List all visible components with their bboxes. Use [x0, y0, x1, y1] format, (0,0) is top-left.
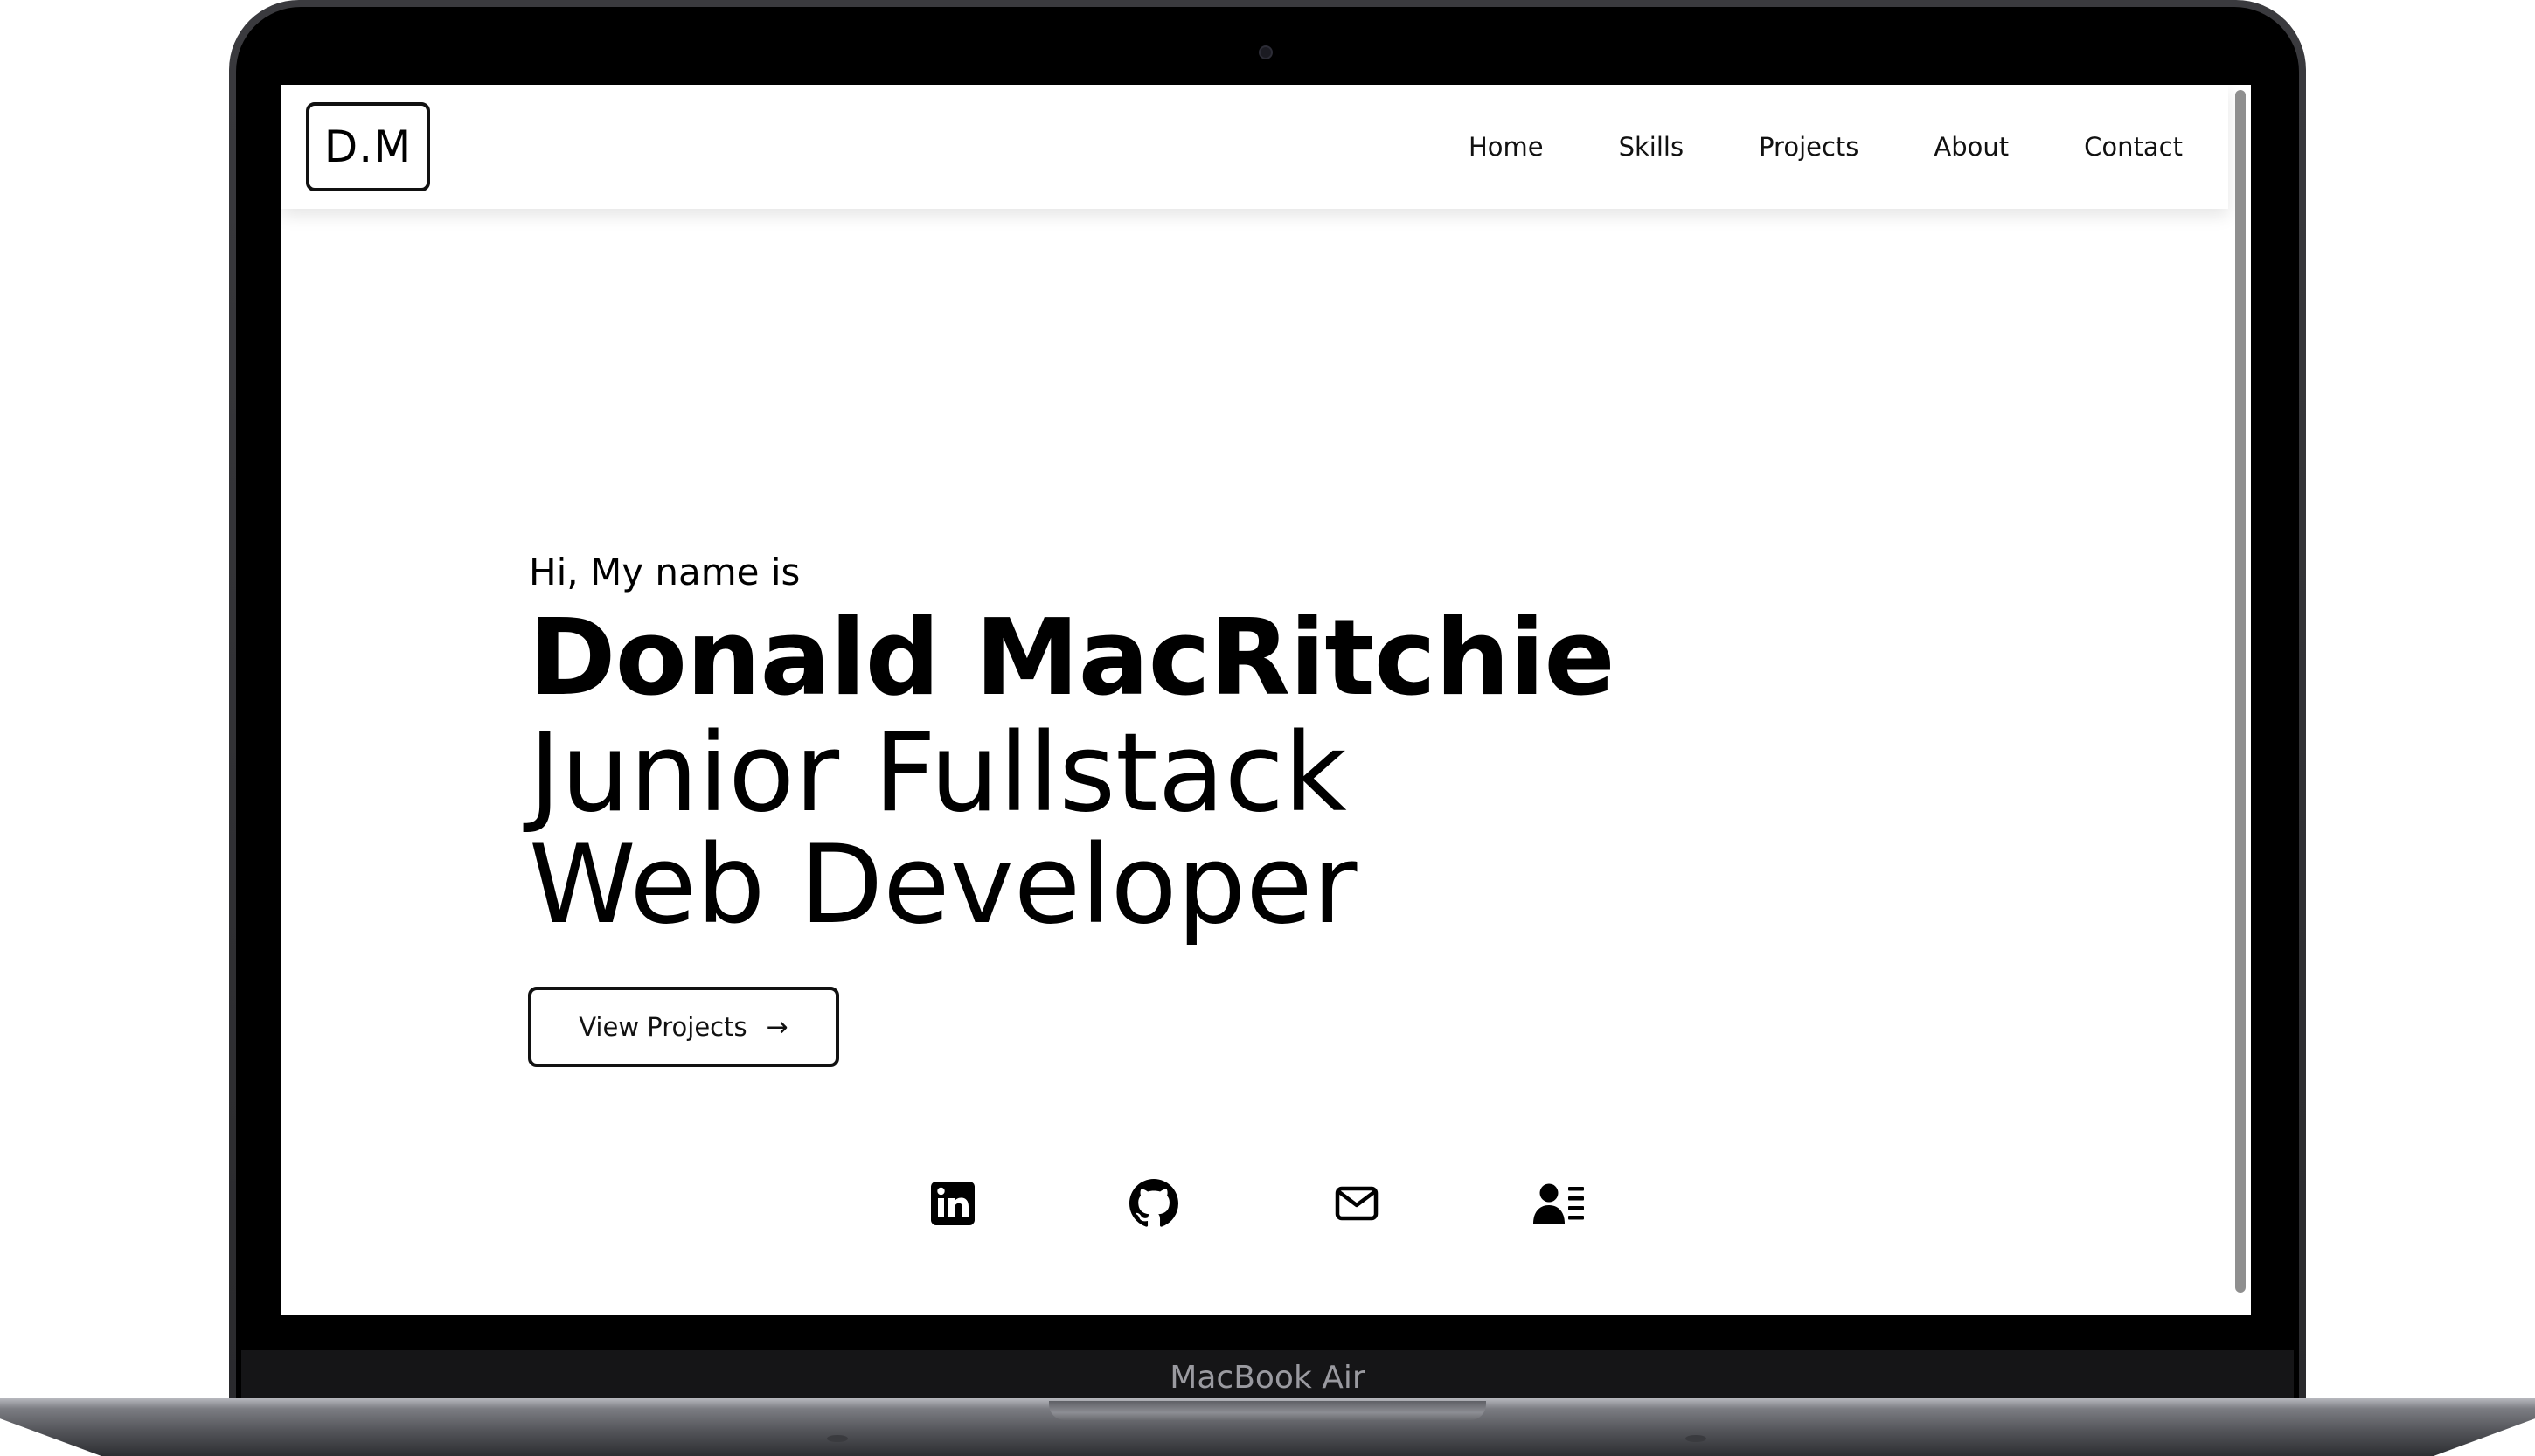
nav-link-skills[interactable]: Skills	[1619, 132, 1684, 162]
lid-notch	[1049, 1401, 1486, 1420]
github-icon	[1129, 1179, 1178, 1227]
site-logo[interactable]: D.M	[306, 102, 430, 191]
linkedin-icon	[931, 1182, 975, 1225]
email-link[interactable]	[1330, 1177, 1383, 1230]
nav-link-projects[interactable]: Projects	[1759, 132, 1858, 162]
linkedin-link[interactable]	[927, 1177, 979, 1230]
nav-links: Home Skills Projects About Contact	[1469, 132, 2183, 162]
hero-name: Donald MacRitchie	[529, 598, 1615, 719]
nav-link-contact[interactable]: Contact	[2084, 132, 2183, 162]
nav-link-home[interactable]: Home	[1469, 132, 1544, 162]
view-projects-button[interactable]: View Projects →	[528, 987, 839, 1067]
github-link[interactable]	[1128, 1177, 1180, 1230]
laptop-foot	[827, 1435, 848, 1442]
hero-role-line-2: Web Developer	[529, 822, 1358, 948]
hero-greeting: Hi, My name is	[529, 551, 801, 593]
webcam	[1259, 45, 1273, 59]
hero-role-line-1: Junior Fullstack	[529, 711, 1347, 836]
vertical-scrollbar[interactable]	[2235, 90, 2246, 1293]
resume-link[interactable]	[1533, 1177, 1586, 1230]
browser-viewport: D.M Home Skills Projects About Contact H…	[281, 85, 2251, 1315]
nav-link-about[interactable]: About	[1934, 132, 2009, 162]
resume-icon	[1533, 1183, 1584, 1224]
mail-icon	[1335, 1186, 1379, 1221]
view-projects-label: View Projects	[579, 1012, 747, 1042]
arrow-right-icon: →	[766, 1011, 788, 1043]
device-label: MacBook Air	[1170, 1360, 1365, 1396]
laptop-foot	[1685, 1435, 1706, 1442]
site-navbar: D.M Home Skills Projects About Contact	[281, 85, 2228, 209]
hero-section: Hi, My name is Donald MacRitchie Junior …	[529, 548, 1615, 941]
